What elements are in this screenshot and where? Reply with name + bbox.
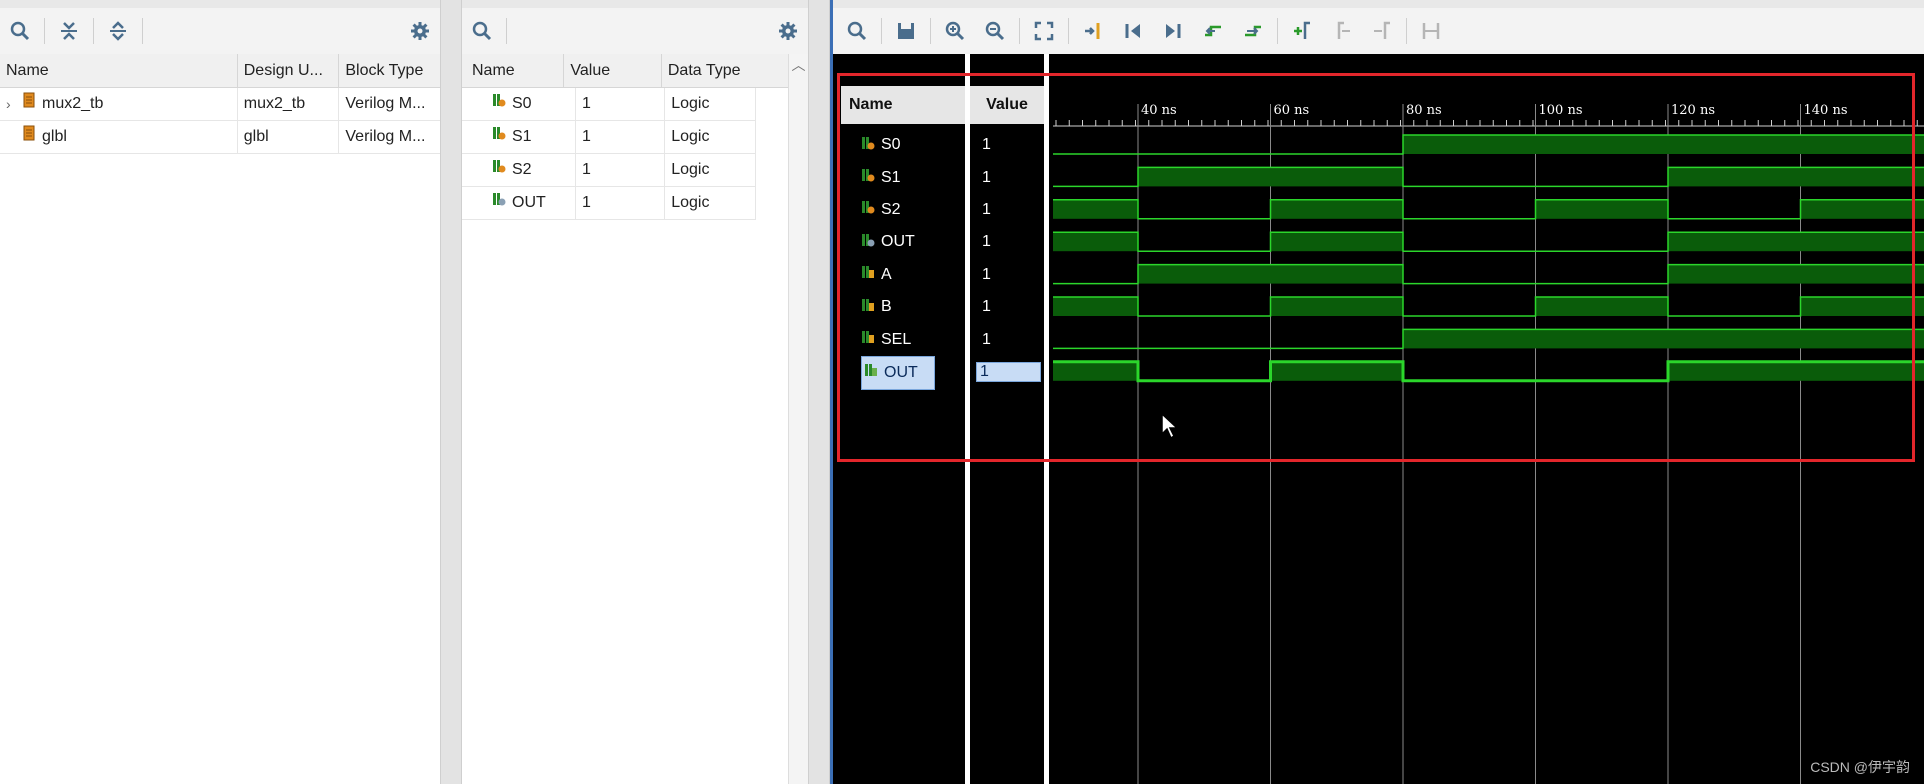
panel-splitter[interactable] xyxy=(440,0,462,784)
object-name-cell: OUT xyxy=(462,187,576,219)
object-value-cell: 1 xyxy=(576,121,666,153)
go-to-cursor-icon[interactable] xyxy=(1073,11,1113,51)
object-name: OUT xyxy=(512,194,546,211)
toolbar-separator xyxy=(881,18,882,44)
object-name: S0 xyxy=(512,95,532,112)
panel-tab-strip xyxy=(0,0,440,8)
chevron-right-icon[interactable]: › xyxy=(6,88,16,120)
table-row[interactable]: OUT 1 Logic xyxy=(462,187,755,220)
toolbar-separator xyxy=(93,18,94,44)
object-name: S2 xyxy=(512,161,532,178)
next-transition-icon[interactable] xyxy=(1233,11,1273,51)
objects-panel: Name Value Data Type S0 1 Logic S1 1 Log… xyxy=(462,0,808,784)
toolbar-separator xyxy=(1068,18,1069,44)
object-type-cell: Logic xyxy=(671,194,710,211)
wave-toolbar xyxy=(833,8,1924,54)
go-to-last-time-icon[interactable] xyxy=(1153,11,1193,51)
table-row[interactable]: S2 1 Logic xyxy=(462,154,755,187)
panel-tab-strip xyxy=(830,0,1924,8)
toolbar-separator xyxy=(1406,18,1407,44)
zoom-fit-icon[interactable] xyxy=(1024,11,1064,51)
previous-transition-icon[interactable] xyxy=(1193,11,1233,51)
input-port-icon xyxy=(492,187,506,219)
search-icon[interactable] xyxy=(0,11,40,51)
next-marker-icon[interactable] xyxy=(1362,11,1402,51)
objects-table-body: S0 1 Logic S1 1 Logic S2 1 Logic OUT 1 L… xyxy=(462,88,756,220)
column-header-block-type[interactable]: Block Type xyxy=(339,54,440,87)
gear-icon[interactable] xyxy=(768,11,808,51)
output-port-icon xyxy=(492,154,506,186)
chevron-up-icon[interactable]: ︿ xyxy=(789,54,808,76)
column-header-value[interactable]: Value xyxy=(564,54,662,87)
design-unit-cell: mux2_tb xyxy=(238,88,340,120)
search-icon[interactable] xyxy=(462,11,502,51)
object-type-cell: Logic xyxy=(671,95,710,112)
scope-panel: Name Design U... Block Type › mux2_tb mu… xyxy=(0,0,440,784)
toolbar-separator xyxy=(44,18,45,44)
scope-toolbar xyxy=(0,8,440,54)
output-port-icon xyxy=(492,88,506,120)
toolbar-separator xyxy=(1277,18,1278,44)
object-type-cell: Logic xyxy=(671,128,710,145)
toolbar-separator xyxy=(506,18,507,44)
toolbar-separator xyxy=(1019,18,1020,44)
toolbar-separator xyxy=(142,18,143,44)
save-icon[interactable] xyxy=(886,11,926,51)
object-value-cell: 1 xyxy=(576,88,666,120)
object-name-cell: S2 xyxy=(462,154,576,186)
collapse-all-icon[interactable] xyxy=(49,11,89,51)
highlight-box xyxy=(837,73,1915,462)
gear-icon[interactable] xyxy=(400,11,440,51)
output-port-icon xyxy=(492,121,506,153)
swap-cursors-icon[interactable] xyxy=(1411,11,1451,51)
panel-tab-strip xyxy=(462,0,808,8)
scope-table-header: Name Design U... Block Type xyxy=(0,54,440,88)
object-name-cell: S1 xyxy=(462,121,576,153)
table-row[interactable]: S0 1 Logic xyxy=(462,88,755,121)
mouse-pointer-icon xyxy=(1161,412,1179,440)
go-to-time-zero-icon[interactable] xyxy=(1113,11,1153,51)
previous-marker-icon[interactable] xyxy=(1322,11,1362,51)
table-row[interactable]: glbl glbl Verilog M... xyxy=(0,121,440,154)
wave-panel: Name S0 S1 S2 OUT A B SEL OUT Value 11111111 40… xyxy=(830,0,1924,784)
add-marker-icon[interactable] xyxy=(1282,11,1322,51)
toolbar-separator xyxy=(930,18,931,44)
module-icon xyxy=(22,121,36,153)
scope-table-body: › mux2_tb mux2_tb Verilog M... glbl glbl… xyxy=(0,88,440,154)
object-name-cell: S0 xyxy=(462,88,576,120)
table-row[interactable]: S1 1 Logic xyxy=(462,121,755,154)
object-value-cell: 1 xyxy=(576,187,666,219)
zoom-out-icon[interactable] xyxy=(975,11,1015,51)
vertical-scrollbar[interactable]: ︿ xyxy=(788,54,808,784)
expand-all-icon[interactable] xyxy=(98,11,138,51)
watermark: CSDN @伊宇韵 xyxy=(1810,759,1910,775)
object-type-cell: Logic xyxy=(671,161,710,178)
search-icon[interactable] xyxy=(837,11,877,51)
scope-name: glbl xyxy=(42,128,67,145)
column-header-name[interactable]: Name xyxy=(462,54,565,87)
scope-name-cell: glbl xyxy=(0,121,238,153)
objects-table-header: Name Value Data Type xyxy=(462,54,788,88)
zoom-in-icon[interactable] xyxy=(935,11,975,51)
scope-name-cell: › mux2_tb xyxy=(0,88,238,120)
object-name: S1 xyxy=(512,128,532,145)
column-header-name[interactable]: Name xyxy=(0,54,238,87)
block-type-cell: Verilog M... xyxy=(345,128,426,145)
block-type-cell: Verilog M... xyxy=(345,95,426,112)
module-icon xyxy=(22,88,36,120)
table-row[interactable]: › mux2_tb mux2_tb Verilog M... xyxy=(0,88,440,121)
object-value-cell: 1 xyxy=(576,154,666,186)
design-unit-cell: glbl xyxy=(238,121,340,153)
scope-name: mux2_tb xyxy=(42,95,104,112)
column-header-data-type[interactable]: Data Type xyxy=(662,54,788,87)
column-header-design-unit[interactable]: Design U... xyxy=(238,54,340,87)
panel-splitter[interactable] xyxy=(808,0,830,784)
objects-toolbar xyxy=(462,8,808,54)
